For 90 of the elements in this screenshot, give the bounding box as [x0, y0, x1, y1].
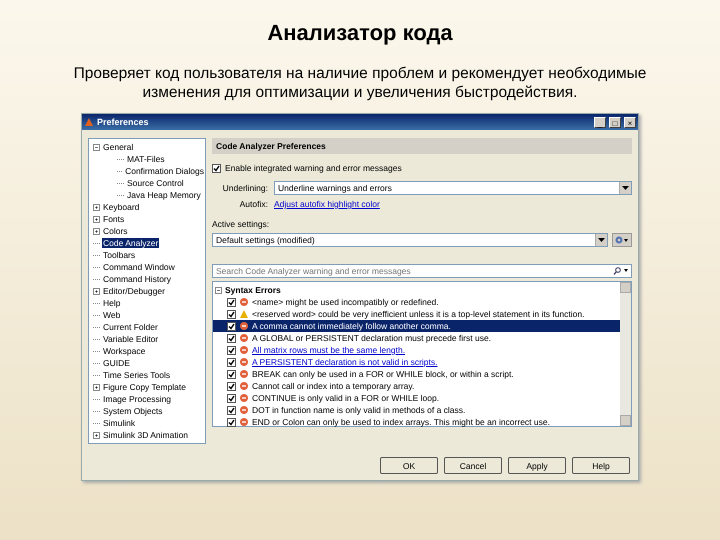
- checkbox-label: Enable integrated warning and error messages: [225, 163, 402, 173]
- expand-icon[interactable]: [93, 288, 100, 294]
- tree-item[interactable]: Workspace: [102, 346, 146, 356]
- expand-icon[interactable]: [93, 216, 100, 222]
- tree-item[interactable]: Help: [102, 298, 122, 308]
- window-control[interactable]: □: [609, 116, 621, 128]
- field-label: Autofix:: [238, 199, 269, 209]
- window-title: Preferences: [97, 117, 150, 127]
- expand-icon[interactable]: [93, 384, 100, 390]
- underlining-dropdown[interactable]: Underline warnings and errors: [274, 181, 632, 195]
- checkbox[interactable]: [227, 358, 236, 366]
- dialog-button[interactable]: OK: [380, 457, 438, 474]
- autofix-color-link[interactable]: Adjust autofix highlight color: [274, 199, 380, 209]
- tree-item[interactable]: Editor/Debugger: [102, 286, 166, 296]
- tree-item[interactable]: Figure Copy Template: [102, 382, 187, 392]
- tree-item[interactable]: General: [102, 142, 134, 152]
- checkbox[interactable]: [227, 310, 236, 318]
- message-row[interactable]: Cannot call or index into a temporary array.: [213, 380, 620, 392]
- tree-item[interactable]: GUIDE: [102, 358, 131, 368]
- tree-item[interactable]: Variable Editor: [102, 334, 160, 344]
- tree-item[interactable]: Simulink 3D Animation: [102, 430, 190, 440]
- tree-item[interactable]: Simulink: [102, 418, 136, 428]
- message-row[interactable]: A PERSISTENT declaration is not valid in scripts.: [213, 356, 620, 368]
- expand-icon[interactable]: [93, 228, 100, 234]
- app-icon: [84, 117, 94, 127]
- checkbox[interactable]: [212, 164, 221, 172]
- tree-item[interactable]: System Objects: [102, 406, 164, 416]
- checkbox[interactable]: [227, 394, 236, 402]
- checkbox[interactable]: [227, 382, 236, 390]
- settings-button[interactable]: [612, 233, 632, 247]
- dialog-button[interactable]: Apply: [508, 457, 566, 474]
- panel-header: Code Analyzer Preferences: [212, 138, 632, 154]
- checkbox[interactable]: [227, 370, 236, 378]
- tree-item[interactable]: Time Series Tools: [102, 370, 172, 380]
- checkbox[interactable]: [227, 322, 236, 330]
- tree-item[interactable]: Colors: [102, 226, 129, 236]
- tree-item[interactable]: Code Analyzer: [102, 238, 160, 248]
- warning-icon: [240, 310, 248, 318]
- tree-item[interactable]: Toolbars: [102, 250, 136, 260]
- dialog-button[interactable]: Help: [572, 457, 630, 474]
- message-row[interactable]: END or Colon can only be used to index arrays. This might be an incorrect use.: [213, 416, 620, 428]
- expand-icon[interactable]: [93, 432, 100, 438]
- window-control[interactable]: ×: [624, 116, 636, 128]
- category-label: Syntax Errors: [225, 285, 281, 295]
- scrollbar[interactable]: [620, 282, 631, 426]
- error-icon: [240, 298, 248, 306]
- search-icon: [613, 267, 629, 275]
- tree-item[interactable]: Confirmation Dialogs: [124, 166, 205, 176]
- slide-subtitle: Проверяет код пользователя на наличие проблем и рекомендует необходимые изменения для оптимизации и увеличения быстродействия.: [72, 64, 648, 102]
- tree-item[interactable]: Web: [102, 310, 122, 320]
- dialog-button[interactable]: Cancel: [444, 457, 502, 474]
- message-row[interactable]: BREAK can only be used in a FOR or WHILE block, or within a script.: [213, 368, 620, 380]
- message-row[interactable]: <name> might be used incompatibly or redefined.: [213, 296, 620, 308]
- error-icon: [240, 382, 248, 390]
- message-row[interactable]: A GLOBAL or PERSISTENT declaration must precede first use.: [213, 332, 620, 344]
- message-row[interactable]: <reserved word> could be very inefficient unless it is a top-level statement in its function.: [213, 308, 620, 320]
- search-field[interactable]: Search Code Analyzer warning and error messages: [212, 264, 632, 278]
- tree-item[interactable]: Java Heap Memory: [126, 190, 202, 200]
- tree-item[interactable]: Fonts: [102, 214, 126, 224]
- settings-dropdown[interactable]: Default settings (modified): [212, 233, 608, 247]
- checkbox[interactable]: [227, 346, 236, 354]
- error-icon: [240, 394, 248, 402]
- tree-item[interactable]: Image Processing: [102, 394, 172, 404]
- checkbox[interactable]: [227, 298, 236, 306]
- checkbox[interactable]: [227, 418, 236, 426]
- tree-item[interactable]: Command History: [102, 274, 172, 284]
- error-icon: [240, 370, 248, 378]
- error-icon: [240, 322, 248, 330]
- tree-item[interactable]: Current Folder: [102, 322, 159, 332]
- field-label: Underlining:: [222, 183, 269, 193]
- checkbox[interactable]: [227, 406, 236, 414]
- error-icon: [240, 358, 248, 366]
- message-row[interactable]: A comma cannot immediately follow another comma.: [213, 320, 620, 332]
- error-icon: [240, 346, 248, 354]
- message-row[interactable]: CONTINUE is only valid in a FOR or WHILE loop.: [213, 392, 620, 404]
- message-row[interactable]: All matrix rows must be the same length.: [213, 344, 620, 356]
- slide-title: Анализатор кода: [267, 20, 453, 46]
- message-row[interactable]: DOT in function name is only valid in methods of a class.: [213, 404, 620, 416]
- error-icon: [240, 406, 248, 414]
- field-label: Active settings:: [212, 219, 270, 229]
- tree-item[interactable]: Keyboard: [102, 202, 140, 212]
- gear-icon: [615, 236, 629, 244]
- tree-item[interactable]: Command Window: [102, 262, 176, 272]
- tree-item[interactable]: MAT-Files: [126, 154, 166, 164]
- checkbox[interactable]: [227, 334, 236, 342]
- tree-item[interactable]: Source Control: [126, 178, 185, 188]
- error-icon: [240, 334, 248, 342]
- expand-icon[interactable]: [93, 204, 100, 210]
- collapse-icon[interactable]: [215, 286, 222, 294]
- collapse-icon[interactable]: [93, 144, 100, 150]
